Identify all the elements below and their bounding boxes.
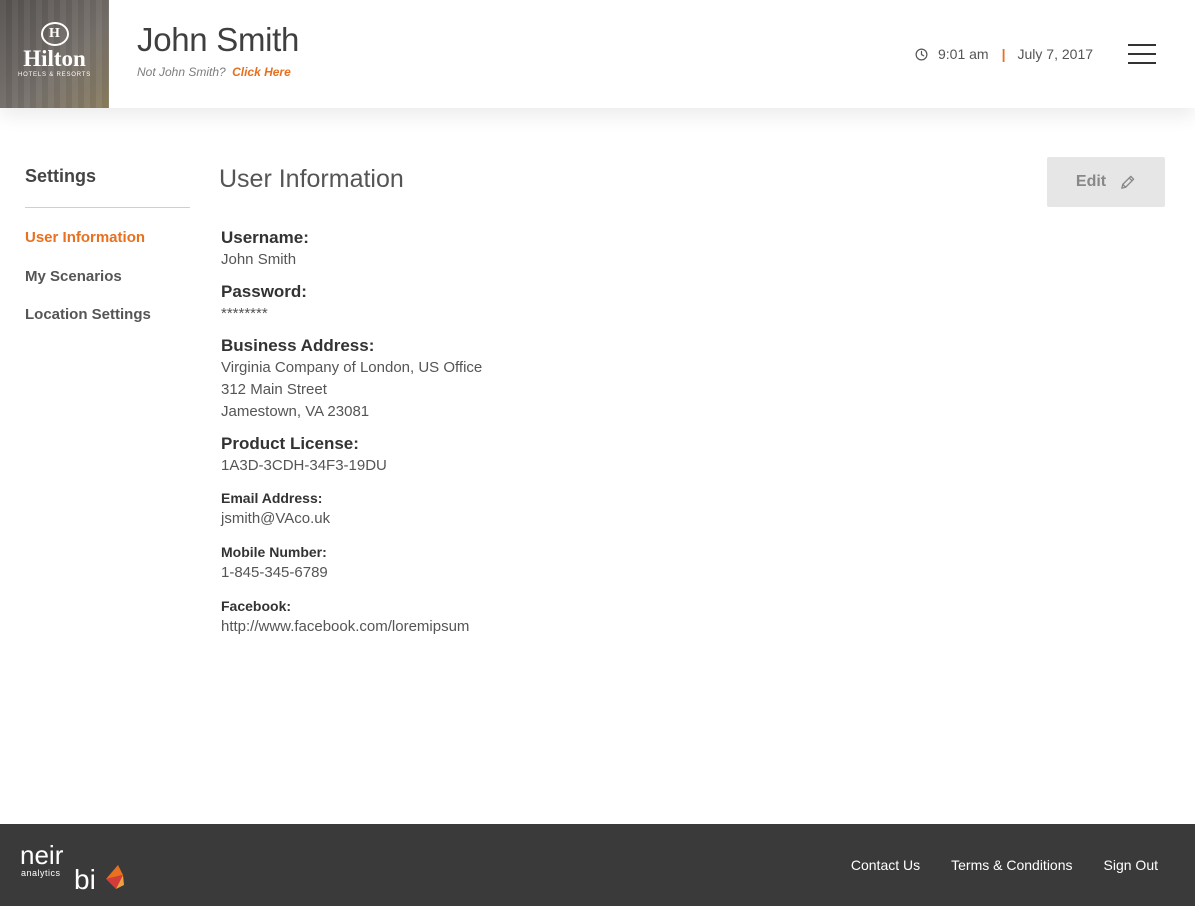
header: H Hilton HOTELS & RESORTS John Smith Not… [0, 0, 1195, 108]
sidebar-item-location-settings[interactable]: Location Settings [25, 306, 151, 323]
not-user-text: Not John Smith? [137, 65, 226, 79]
edit-button[interactable]: Edit [1047, 157, 1165, 207]
logo-word-top: neir [20, 840, 64, 870]
footer: neir analytics bi Contact Us Terms & Con… [0, 824, 1195, 906]
password-value: ******** [221, 305, 268, 322]
business-address-field: Business Address: Virginia Company of Lo… [221, 335, 482, 423]
header-user-name: John Smith [137, 21, 300, 58]
menu-bar [1128, 44, 1156, 46]
hilton-logo-tile[interactable]: H Hilton HOTELS & RESORTS [0, 0, 109, 108]
email-value: jsmith@VAco.uk [221, 510, 331, 527]
hamburger-menu-icon[interactable] [1128, 44, 1156, 64]
business-address-line: Jamestown, VA 23081 [221, 403, 370, 420]
logo-word-bottom: bi [74, 864, 96, 894]
hilton-brand-subtitle: HOTELS & RESORTS [17, 72, 92, 78]
not-user-link[interactable]: Click Here [232, 65, 291, 79]
business-address-label: Business Address: [221, 336, 375, 355]
not-user-prompt: Not John Smith? Click Here [137, 65, 291, 79]
product-license-field: Product License: 1A3D-3CDH-34F3-19DU [221, 433, 387, 477]
mobile-label: Mobile Number: [221, 544, 327, 560]
sidebar-item-user-information[interactable]: User Information [25, 229, 145, 246]
business-address-line: Virginia Company of London, US Office [221, 359, 483, 376]
logo-word-sub: analytics [21, 868, 61, 878]
business-address-line: 312 Main Street [221, 381, 327, 398]
email-field: Email Address: jsmith@VAco.uk [221, 488, 330, 530]
page: H Hilton HOTELS & RESORTS John Smith Not… [0, 0, 1195, 906]
password-field: Password: ******** [221, 281, 307, 325]
sidebar-divider [25, 207, 190, 208]
sign-out-link[interactable]: Sign Out [1104, 857, 1158, 873]
datetime-separator: | [1001, 46, 1006, 62]
facebook-value: http://www.facebook.com/loremipsum [221, 618, 470, 635]
password-label: Password: [221, 282, 307, 301]
contact-us-link[interactable]: Contact Us [851, 857, 920, 873]
menu-bar [1128, 53, 1156, 55]
hilton-logo: H Hilton HOTELS & RESORTS [0, 22, 109, 79]
clock-icon [915, 48, 928, 60]
product-license-value: 1A3D-3CDH-34F3-19DU [221, 457, 387, 474]
facebook-label: Facebook: [221, 598, 292, 614]
current-time: 9:01 am [938, 46, 989, 62]
sidebar-title: Settings [25, 166, 97, 186]
hilton-brand-name: Hilton [23, 46, 86, 71]
terms-link[interactable]: Terms & Conditions [951, 857, 1072, 873]
neirbi-logo: neir analytics bi [20, 840, 124, 894]
username-field: Username: John Smith [221, 227, 309, 271]
pencil-icon [1121, 175, 1135, 189]
hilton-mark-icon: H [40, 22, 69, 46]
product-license-label: Product License: [221, 434, 359, 453]
email-label: Email Address: [221, 490, 323, 506]
datetime-display: 9:01 am | July 7, 2017 [915, 45, 1093, 63]
page-title: User Information [219, 165, 404, 193]
sidebar-item-my-scenarios[interactable]: My Scenarios [25, 268, 122, 285]
mobile-field: Mobile Number: 1-845-345-6789 [221, 542, 328, 584]
mobile-value: 1-845-345-6789 [221, 564, 328, 581]
menu-bar [1128, 62, 1156, 64]
username-label: Username: [221, 228, 309, 247]
edit-button-label: Edit [1075, 173, 1107, 190]
footer-links: Contact Us Terms & Conditions Sign Out [820, 857, 1158, 873]
current-date: July 7, 2017 [1017, 46, 1094, 62]
username-value: John Smith [221, 251, 297, 268]
facebook-field: Facebook: http://www.facebook.com/loremi… [221, 596, 469, 638]
